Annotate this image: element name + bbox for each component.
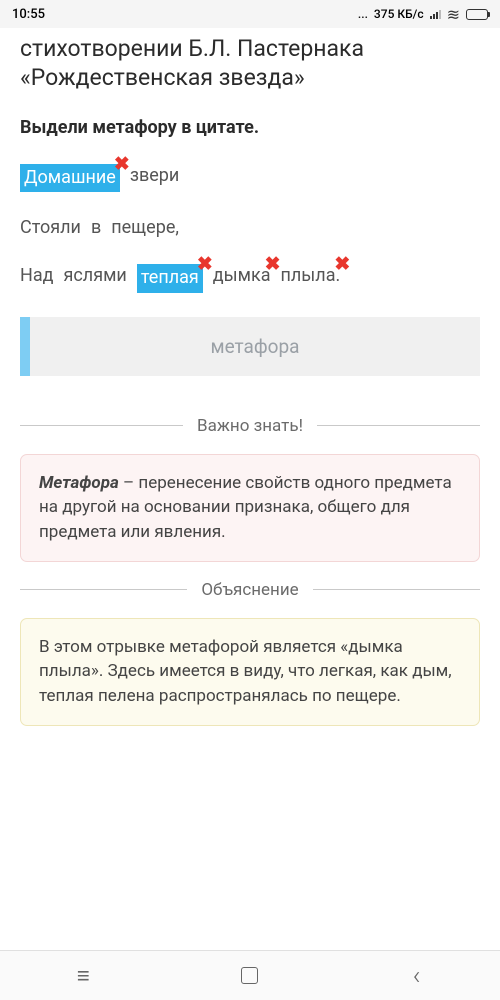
divider-line xyxy=(20,589,187,590)
important-divider: Важно знать! xyxy=(20,416,480,436)
explanation-divider: Объяснение xyxy=(20,580,480,600)
poem-line-3: Над яслями теплая✖ дымка✖ плыла.✖ xyxy=(20,264,480,292)
home-button[interactable] xyxy=(239,965,261,987)
android-nav-bar xyxy=(0,950,500,1000)
metaphor-drop-box[interactable]: метафора xyxy=(20,317,480,376)
explanation-box: В этом отрывке метафорой является «дымка… xyxy=(20,618,480,726)
wrong-mark-icon: ✖ xyxy=(334,251,350,277)
word-stoyali[interactable]: Стояли xyxy=(20,216,81,240)
wrong-mark-icon: ✖ xyxy=(197,251,213,277)
explanation-text: В этом отрывке метафорой является «дымка… xyxy=(39,637,452,706)
word-nad[interactable]: Над xyxy=(20,264,54,292)
poem-block: Домашние✖ звери Стояли в пещере, Над ясл… xyxy=(20,164,480,293)
metaphor-label: метафора xyxy=(210,335,299,358)
signal-icon xyxy=(430,10,441,19)
word-dymka[interactable]: дымка✖ xyxy=(213,264,271,292)
status-dots: ... xyxy=(358,7,368,21)
important-heading: Важно знать! xyxy=(197,416,303,436)
word-teplaya[interactable]: теплая✖ xyxy=(137,264,203,292)
poem-line-1: Домашние✖ звери xyxy=(20,164,480,192)
wrong-mark-icon: ✖ xyxy=(265,251,281,277)
poem-line-2: Стояли в пещере, xyxy=(20,216,480,240)
explanation-heading: Объяснение xyxy=(201,580,298,600)
status-time: 10:55 xyxy=(12,7,45,22)
status-bar: 10:55 ... 375 КБ/с xyxy=(0,0,500,28)
divider-line xyxy=(313,589,480,590)
wifi-icon xyxy=(447,5,460,24)
divider-line xyxy=(20,425,183,426)
back-button[interactable] xyxy=(406,965,428,987)
net-speed: 375 КБ/с xyxy=(374,7,424,21)
battery-icon xyxy=(466,9,488,20)
word-plyla[interactable]: плыла.✖ xyxy=(281,264,341,292)
word-peshchere[interactable]: пещере, xyxy=(111,216,179,240)
page-title: стихотворении Б.Л. Пастернака «Рождестве… xyxy=(20,34,480,93)
word-v[interactable]: в xyxy=(91,216,101,240)
divider-line xyxy=(317,425,480,426)
recent-apps-button[interactable] xyxy=(72,965,94,987)
word-yaslyami[interactable]: яслями xyxy=(64,264,127,292)
instruction: Выдели метафору в цитате. xyxy=(20,117,480,138)
word-domashnie[interactable]: Домашние✖ xyxy=(20,164,120,192)
status-right: ... 375 КБ/с xyxy=(358,5,488,24)
word-zveri[interactable]: звери xyxy=(130,164,179,192)
term: Метафора xyxy=(39,473,119,493)
main-content: стихотворении Б.Л. Пастернака «Рождестве… xyxy=(0,28,500,726)
wrong-mark-icon: ✖ xyxy=(114,151,130,177)
important-box: Метафора – перенесение свойств одного пр… xyxy=(20,454,480,562)
